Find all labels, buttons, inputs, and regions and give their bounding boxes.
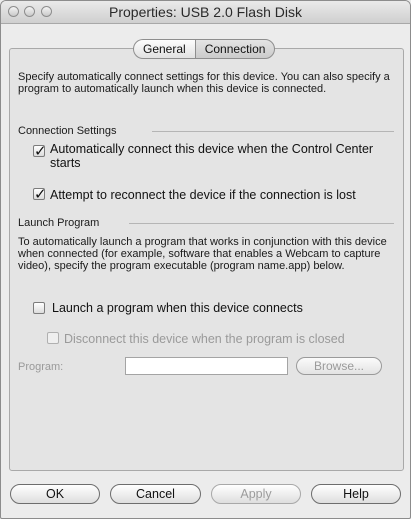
launch-program-heading: Launch Program (18, 217, 100, 229)
tab-bar: General Connection (133, 39, 276, 59)
apply-button[interactable]: Apply (211, 484, 301, 504)
properties-window: Properties: USB 2.0 Flash Disk General C… (0, 0, 411, 519)
tab-general[interactable]: General (133, 39, 195, 59)
window-title: Properties: USB 2.0 Flash Disk (109, 4, 302, 20)
title-bar[interactable]: Properties: USB 2.0 Flash Disk (1, 1, 410, 24)
launch-description: To automatically launch a program that w… (18, 236, 387, 272)
launch-program-checkbox[interactable] (33, 302, 45, 314)
disconnect-checkbox[interactable] (47, 332, 59, 344)
ok-button[interactable]: OK (10, 484, 100, 504)
checkmark-icon: ✓ (34, 186, 47, 203)
browse-button[interactable]: Browse... (296, 357, 382, 375)
connection-settings-heading: Connection Settings (18, 125, 117, 137)
help-button[interactable]: Help (311, 484, 401, 504)
program-label: Program: (18, 361, 64, 373)
connection-settings-divider (152, 131, 394, 132)
auto-connect-label[interactable]: Automatically connect this device when t… (50, 142, 380, 170)
tab-connection[interactable]: Connection (194, 39, 276, 59)
program-path-input[interactable] (125, 357, 288, 375)
reconnect-checkbox[interactable]: ✓ (33, 186, 47, 203)
reconnect-label[interactable]: Attempt to reconnect the device if the c… (50, 188, 390, 202)
checkmark-icon: ✓ (34, 143, 47, 160)
disconnect-label: Disconnect this device when the program … (64, 332, 345, 346)
auto-connect-checkbox[interactable]: ✓ (33, 143, 47, 160)
launch-program-divider (129, 223, 394, 224)
cancel-button[interactable]: Cancel (110, 484, 201, 504)
intro-text: Specify automatically connect settings f… (18, 71, 390, 95)
launch-program-label[interactable]: Launch a program when this device connec… (52, 301, 382, 315)
